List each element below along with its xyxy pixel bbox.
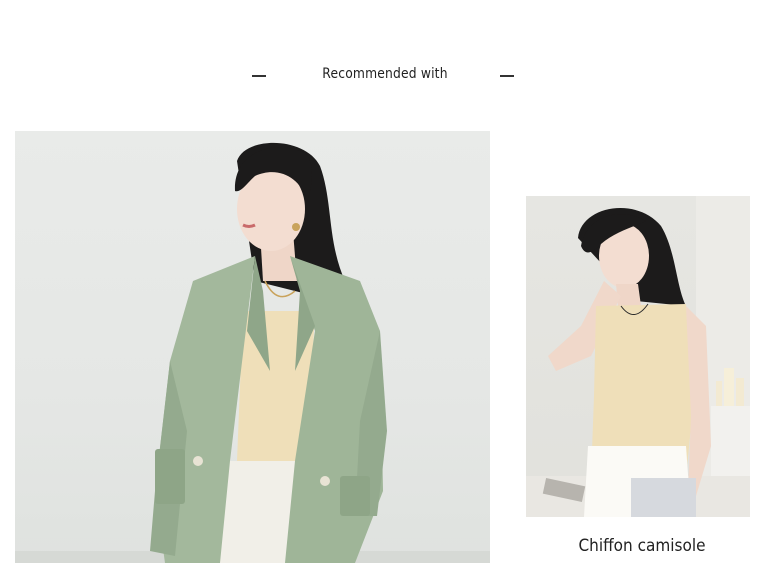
section-title: Recommended with xyxy=(322,66,448,82)
blazer-model-illustration xyxy=(15,142,490,563)
product-image-chiffon-camisole[interactable] xyxy=(526,196,750,517)
product-caption[interactable]: Chiffon camisole xyxy=(538,536,747,556)
camisole-model-illustration xyxy=(526,196,750,517)
product-image-blazer[interactable] xyxy=(15,131,490,563)
header-dash-right xyxy=(500,75,514,77)
section-header: Recommended with xyxy=(0,60,770,92)
header-dash-left xyxy=(252,75,266,77)
